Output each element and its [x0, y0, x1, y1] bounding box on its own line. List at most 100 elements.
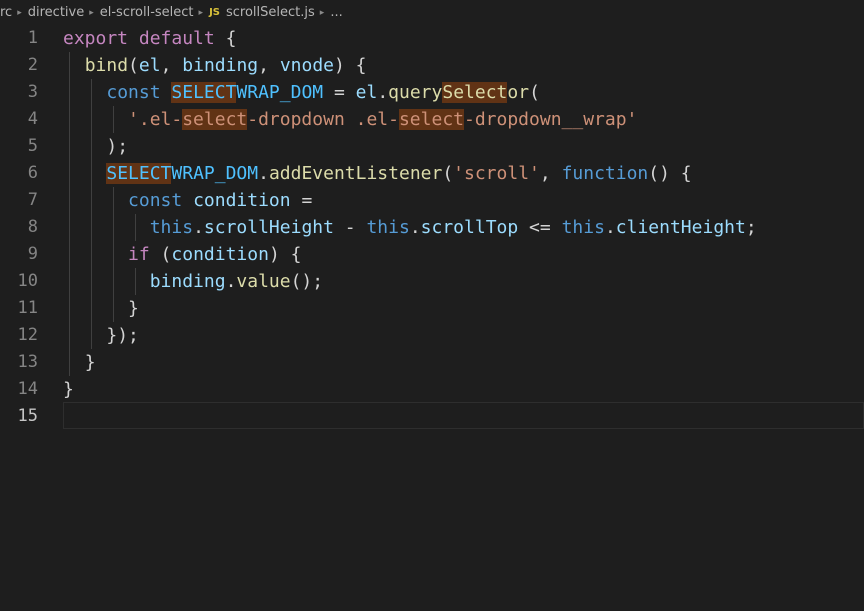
code-token: function — [561, 163, 649, 184]
code-token: default — [138, 28, 215, 49]
code-token: , — [160, 55, 183, 76]
code-line[interactable]: 1 export default { — [0, 25, 864, 52]
code-token: const — [128, 190, 183, 211]
code-token: ; — [745, 217, 757, 238]
breadcrumb-item-file[interactable]: scrollSelect.js — [226, 5, 315, 20]
code-token: condition — [193, 190, 291, 211]
code-token: clientHeight — [615, 217, 746, 238]
code-line[interactable]: 10 binding.value(); — [0, 268, 864, 295]
code-line[interactable]: 14} — [0, 376, 864, 403]
code-token: . — [193, 217, 204, 238]
code-token: const — [106, 82, 161, 103]
code-token: . — [409, 217, 421, 238]
code-text: const SELECTWRAP_DOM = el.querySelector( — [63, 79, 540, 106]
code-text: export default { — [63, 25, 236, 52]
code-line[interactable]: 8 this.scrollHeight - this.scrollTop <= … — [0, 214, 864, 241]
breadcrumb-item-el-scroll-select[interactable]: el-scroll-select — [100, 5, 194, 20]
code-token: } — [84, 352, 96, 373]
code-token: ( — [128, 55, 139, 76]
code-token: binding — [182, 55, 259, 76]
code-token: WRAP_DOM — [171, 163, 259, 184]
code-token: -dropdown__wrap' — [464, 109, 638, 130]
code-token: addEventListener — [268, 163, 443, 184]
code-text: SELECTWRAP_DOM.addEventListener('scroll'… — [63, 160, 692, 187]
code-token: export — [63, 28, 129, 49]
breadcrumb-item-symbols[interactable]: ... — [330, 5, 342, 20]
line-number: 3 — [27, 82, 38, 102]
code-line[interactable]: 3 const SELECTWRAP_DOM = el.querySelecto… — [0, 79, 864, 106]
code-line[interactable]: 2 bind(el, binding, vnode) { — [0, 52, 864, 79]
code-token: , — [258, 55, 280, 76]
code-token: '.el- — [128, 109, 183, 130]
code-token: . — [225, 271, 237, 292]
code-token: ( — [149, 244, 172, 265]
line-number: 2 — [27, 55, 38, 75]
line-number: 11 — [17, 298, 38, 318]
code-line[interactable]: 5 ); — [0, 133, 864, 160]
line-number: 7 — [27, 190, 38, 210]
code-token: value — [236, 271, 291, 292]
code-token: ) { — [268, 244, 302, 265]
code-token: el — [355, 82, 378, 103]
code-token: or — [507, 82, 530, 103]
javascript-file-icon: JS — [209, 7, 220, 18]
code-line[interactable]: 4 '.el-select-dropdown .el-select-dropdo… — [0, 106, 864, 133]
code-token: binding — [149, 271, 226, 292]
code-token: Select — [442, 82, 508, 103]
code-token: } — [63, 379, 74, 400]
code-token: select — [398, 109, 464, 130]
code-token: = — [323, 82, 356, 103]
code-line[interactable]: 13 } — [0, 349, 864, 376]
code-token: if — [128, 244, 150, 265]
code-text: } — [63, 349, 96, 376]
code-token: ); — [106, 136, 129, 157]
code-text: this.scrollHeight - this.scrollTop <= th… — [63, 214, 757, 241]
code-token: scrollTop — [420, 217, 519, 238]
code-token: () { — [648, 163, 692, 184]
code-line[interactable]: 7 const condition = — [0, 187, 864, 214]
code-token: query — [388, 82, 443, 103]
code-token: { — [214, 28, 237, 49]
code-token: , — [539, 163, 562, 184]
code-token: this — [366, 217, 410, 238]
code-token: scrollHeight — [203, 217, 334, 238]
code-line[interactable]: 11 } — [0, 295, 864, 322]
code-token: this — [149, 217, 194, 238]
code-token: = — [290, 190, 313, 211]
code-line[interactable]: 12 }); — [0, 322, 864, 349]
breadcrumb-item-src[interactable]: rc — [0, 5, 12, 20]
code-editor[interactable]: 1 export default {2 bind(el, binding, vno… — [0, 25, 864, 611]
code-token: ) { — [334, 55, 367, 76]
code-line[interactable]: 9 if (condition) { — [0, 241, 864, 268]
line-number: 1 — [27, 28, 38, 48]
code-token: ( — [442, 163, 454, 184]
code-line[interactable]: 15 — [0, 403, 864, 430]
line-number: 9 — [27, 244, 38, 264]
code-token: condition — [171, 244, 269, 265]
code-token: vnode — [279, 55, 334, 76]
breadcrumb: rc ▸ directive ▸ el-scroll-select ▸ JS s… — [0, 0, 864, 25]
code-text: if (condition) { — [63, 241, 301, 268]
code-token: -dropdown .el- — [247, 109, 399, 130]
line-number: 13 — [17, 352, 38, 372]
code-token: } — [128, 298, 139, 319]
code-text: } — [63, 376, 74, 403]
code-line[interactable]: 6 SELECTWRAP_DOM.addEventListener('scrol… — [0, 160, 864, 187]
chevron-right-icon: ▸ — [198, 7, 204, 18]
code-text: binding.value(); — [63, 268, 323, 295]
code-token: . — [604, 217, 616, 238]
breadcrumb-item-directive[interactable]: directive — [28, 5, 84, 20]
line-number: 12 — [17, 325, 38, 345]
